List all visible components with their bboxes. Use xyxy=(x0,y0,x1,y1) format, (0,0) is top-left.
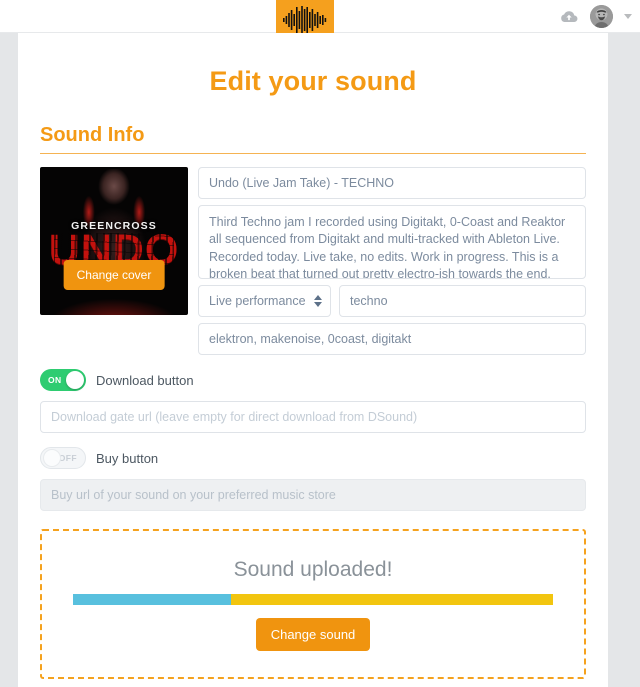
top-navigation-bar xyxy=(0,0,640,40)
download-gate-url-input[interactable] xyxy=(40,401,586,433)
page-title: Edit your sound xyxy=(209,66,417,96)
change-sound-button[interactable]: Change sound xyxy=(255,617,371,651)
page-background: Edit your sound Sound Info GREENCROSS UN… xyxy=(0,33,640,687)
sound-type-select[interactable]: Live performance xyxy=(198,285,331,317)
upload-status-text: Sound uploaded! xyxy=(233,557,393,581)
sound-title-input[interactable] xyxy=(198,167,586,199)
sound-description-textarea[interactable]: Third Techno jam I recorded using Digita… xyxy=(198,205,586,279)
cloud-upload-svg xyxy=(561,10,578,22)
type-genre-row: Live performance xyxy=(198,285,586,317)
chevron-down-icon[interactable] xyxy=(624,14,632,19)
cover-art[interactable]: GREENCROSS UNDO LIVE JAM TAKE Change cov… xyxy=(40,167,188,315)
buy-url-field-wrapper xyxy=(40,479,586,511)
buy-toggle-row: OFF Buy button xyxy=(40,447,586,469)
content-card: Edit your sound Sound Info GREENCROSS UN… xyxy=(18,33,608,687)
avatar-svg xyxy=(590,5,613,28)
topbar-right-actions xyxy=(559,0,632,33)
buy-url-input xyxy=(40,479,586,511)
download-toggle-label: Download button xyxy=(96,372,194,388)
change-cover-button[interactable]: Change cover xyxy=(63,260,165,290)
cloud-upload-icon[interactable] xyxy=(559,7,579,27)
download-toggle-row: ON Download button xyxy=(40,369,586,391)
buy-button-toggle[interactable]: OFF xyxy=(40,447,86,469)
progress-segment-remaining xyxy=(231,593,553,605)
buy-toggle-state-label: OFF xyxy=(58,453,77,463)
buy-toggle-label: Buy button xyxy=(96,450,159,466)
toggle-knob xyxy=(66,371,84,389)
download-button-toggle[interactable]: ON xyxy=(40,369,86,391)
avatar[interactable] xyxy=(590,5,613,28)
tags-input[interactable] xyxy=(198,323,586,355)
waveform-logo-svg xyxy=(283,6,327,34)
progress-segment-played xyxy=(73,593,232,605)
toggle-knob xyxy=(43,449,61,467)
sound-info-row: GREENCROSS UNDO LIVE JAM TAKE Change cov… xyxy=(40,167,586,355)
download-url-field-wrapper xyxy=(40,401,586,433)
sound-type-select-wrapper: Live performance xyxy=(198,285,331,317)
sound-fields: Third Techno jam I recorded using Digita… xyxy=(198,167,586,355)
sound-upload-dropzone[interactable]: Sound uploaded! Change sound xyxy=(40,529,586,679)
upload-progress-bar xyxy=(73,593,553,605)
download-toggle-state-label: ON xyxy=(48,375,62,385)
genre-input[interactable] xyxy=(339,285,586,317)
section-title-sound-info: Sound Info xyxy=(40,124,586,154)
